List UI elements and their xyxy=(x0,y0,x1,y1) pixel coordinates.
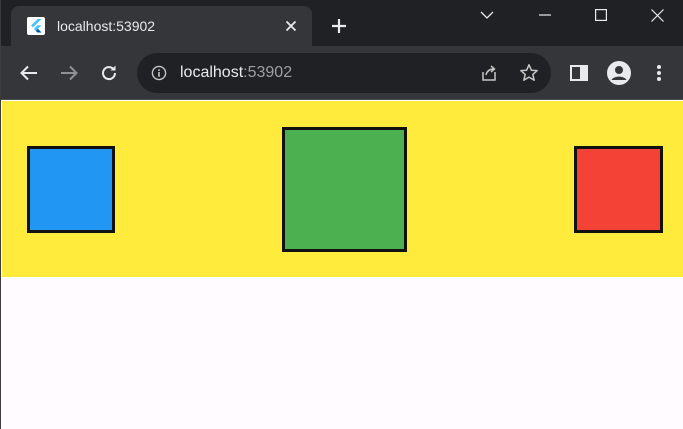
arrow-left-icon xyxy=(20,65,37,81)
tab-title: localhost:53902 xyxy=(57,18,156,34)
plus-icon xyxy=(332,19,346,33)
yellow-banner xyxy=(2,101,683,277)
menu-button[interactable] xyxy=(647,61,671,85)
reload-button[interactable] xyxy=(97,61,121,85)
address-bar[interactable]: localhost:53902 xyxy=(137,53,551,93)
browser-toolbar: localhost:53902 xyxy=(1,46,683,100)
back-button[interactable] xyxy=(17,61,41,85)
share-icon[interactable] xyxy=(479,63,499,83)
new-tab-button[interactable] xyxy=(327,14,351,38)
minimize-button[interactable] xyxy=(518,0,572,30)
chevron-down-icon xyxy=(480,11,494,19)
close-icon[interactable] xyxy=(281,16,301,36)
minimize-icon xyxy=(539,14,551,16)
url-text[interactable]: localhost:53902 xyxy=(180,64,292,82)
profile-icon xyxy=(607,61,631,85)
forward-button[interactable] xyxy=(57,61,81,85)
side-panel-icon xyxy=(570,65,588,81)
info-icon[interactable] xyxy=(151,65,167,81)
blue-square xyxy=(27,146,115,233)
side-panel-button[interactable] xyxy=(567,61,591,85)
green-square xyxy=(282,127,407,252)
url-host: localhost xyxy=(180,64,244,81)
browser-tab[interactable]: localhost:53902 xyxy=(11,6,312,46)
maximize-icon xyxy=(595,9,607,21)
profile-button[interactable] xyxy=(607,61,631,85)
arrow-right-icon xyxy=(61,65,78,81)
browser-window: localhost:53902 localhost:53902 xyxy=(0,0,683,429)
flutter-icon xyxy=(27,17,45,35)
tab-search-button[interactable] xyxy=(460,0,514,30)
maximize-button[interactable] xyxy=(574,0,628,30)
tab-strip: localhost:53902 xyxy=(1,0,683,46)
star-icon[interactable] xyxy=(519,63,539,83)
close-icon xyxy=(650,8,664,22)
kebab-menu-icon xyxy=(657,65,661,81)
url-port: :53902 xyxy=(243,64,293,81)
reload-icon xyxy=(102,65,117,81)
page-content xyxy=(2,101,683,429)
close-window-button[interactable] xyxy=(630,0,683,30)
red-square xyxy=(574,146,663,233)
